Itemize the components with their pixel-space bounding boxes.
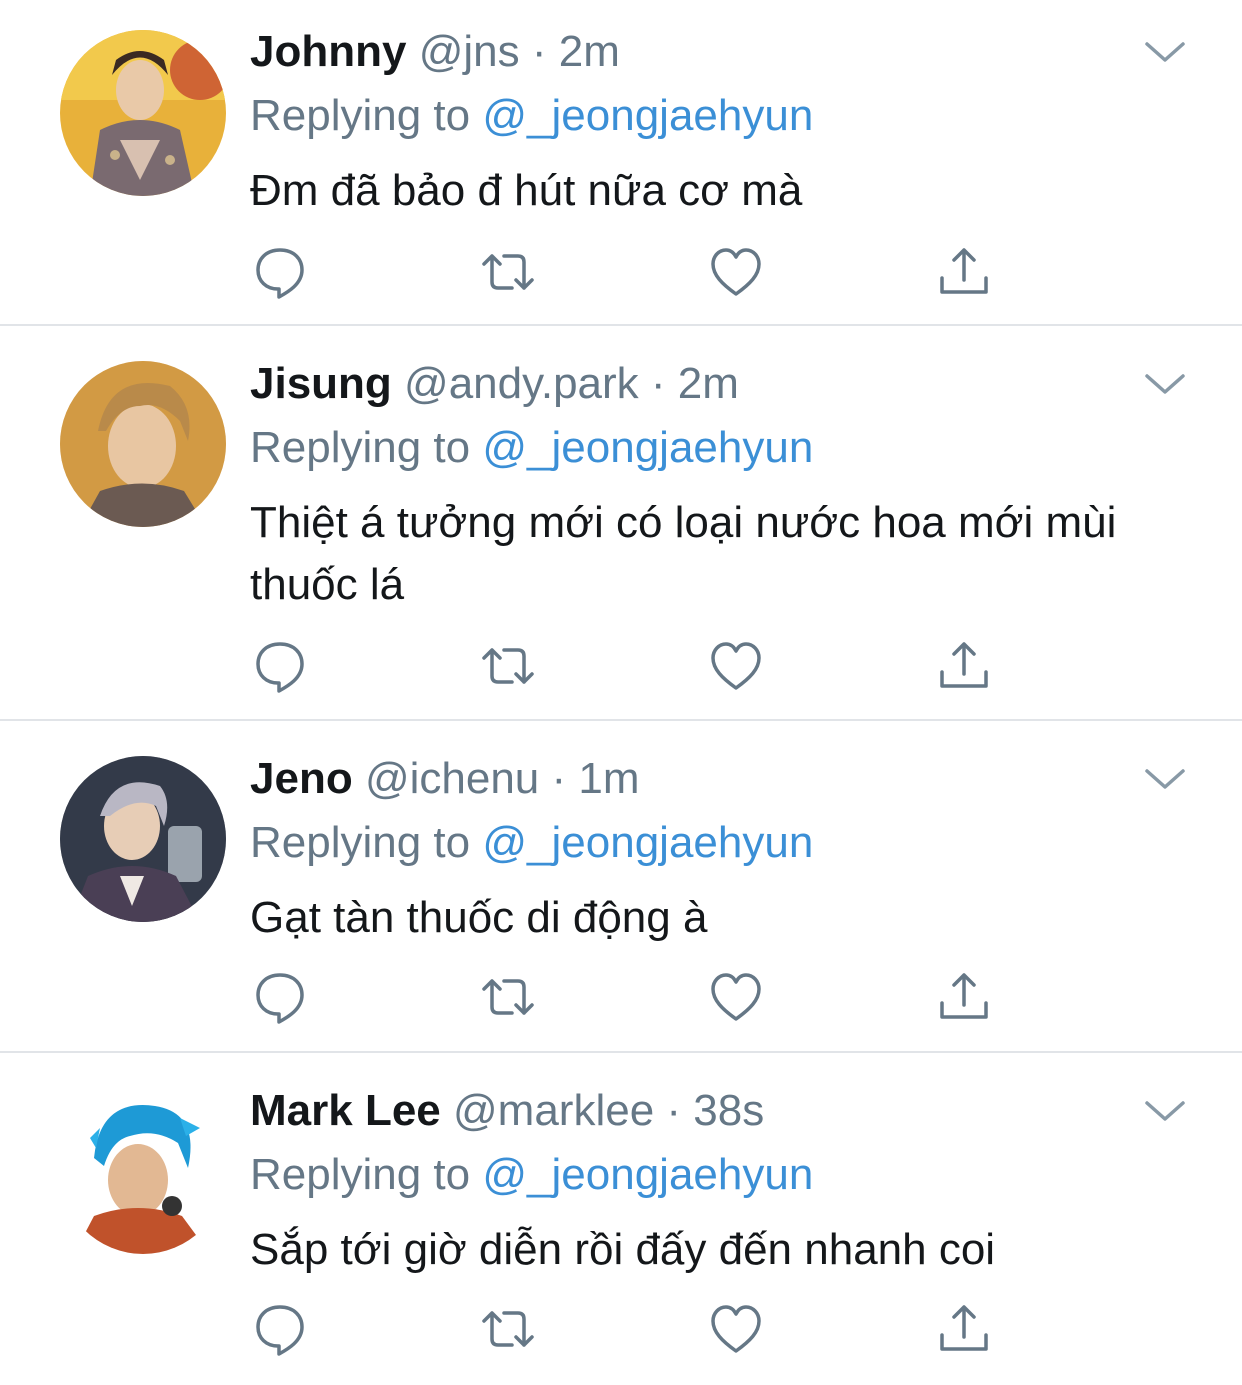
- tweet-text: Đm đã bảo đ hút nữa cơ mà: [250, 166, 803, 215]
- user-handle[interactable]: @andy.park: [404, 359, 639, 408]
- replying-to-label: Replying to: [250, 91, 471, 140]
- retweet-icon[interactable]: [478, 967, 538, 1027]
- separator-dot: ·: [531, 27, 547, 76]
- replying-to-label: Replying to: [250, 423, 471, 472]
- replying-to-label: Replying to: [250, 1150, 471, 1199]
- mention-link[interactable]: @_jeongjaehyun: [482, 91, 813, 140]
- display-name[interactable]: Jisung: [250, 359, 392, 408]
- user-handle[interactable]: @jns: [419, 27, 520, 76]
- tweet-header: Jeno @ichenu · 1m: [250, 749, 1212, 809]
- retweet-icon[interactable]: [478, 1299, 538, 1359]
- tweet-actions: [250, 636, 1010, 696]
- tweet-header: Mark Lee @marklee · 38s: [250, 1081, 1212, 1141]
- timestamp[interactable]: 1m: [578, 754, 639, 803]
- replying-to: Replying to @_jeongjaehyun: [250, 86, 1212, 146]
- share-upload-icon[interactable]: [934, 967, 994, 1027]
- speech-bubble-icon[interactable]: [250, 1299, 310, 1359]
- display-name[interactable]: Johnny: [250, 27, 406, 76]
- tweet-text: Gạt tàn thuốc di động à: [250, 893, 708, 942]
- replying-to: Replying to @_jeongjaehyun: [250, 418, 1212, 478]
- chevron-down-icon[interactable]: [1143, 368, 1187, 398]
- speech-bubble-icon[interactable]: [250, 242, 310, 302]
- avatar[interactable]: [60, 30, 226, 196]
- tweet-actions: [250, 1299, 1010, 1359]
- separator-dot: ·: [666, 1086, 682, 1135]
- tweet-reply[interactable]: Mark Lee @marklee · 38s Replying to @_je…: [0, 1053, 1242, 1385]
- avatar[interactable]: [60, 756, 226, 922]
- mention-link[interactable]: @_jeongjaehyun: [482, 818, 813, 867]
- mention-link[interactable]: @_jeongjaehyun: [482, 1150, 813, 1199]
- display-name[interactable]: Mark Lee: [250, 1086, 441, 1135]
- chevron-down-icon[interactable]: [1143, 1095, 1187, 1125]
- tweet-reply[interactable]: Johnny @jns · 2m Replying to @_jeongjaeh…: [0, 0, 1242, 326]
- separator-dot: ·: [650, 359, 666, 408]
- tweet-actions: [250, 242, 1010, 302]
- user-handle[interactable]: @marklee: [453, 1086, 654, 1135]
- timestamp[interactable]: 2m: [559, 27, 620, 76]
- tweet-actions: [250, 967, 1010, 1027]
- mention-link[interactable]: @_jeongjaehyun: [482, 423, 813, 472]
- tweet-reply[interactable]: Jeno @ichenu · 1m Replying to @_jeongjae…: [0, 721, 1242, 1053]
- timestamp[interactable]: 2m: [678, 359, 739, 408]
- separator-dot: ·: [551, 754, 567, 803]
- avatar[interactable]: [60, 1088, 226, 1254]
- replying-to-label: Replying to: [250, 818, 471, 867]
- timestamp[interactable]: 38s: [693, 1086, 764, 1135]
- replying-to: Replying to @_jeongjaehyun: [250, 1145, 1212, 1205]
- share-upload-icon[interactable]: [934, 1299, 994, 1359]
- avatar[interactable]: [60, 361, 226, 527]
- tweet-text: Sắp tới giờ diễn rồi đấy đến nhanh coi: [250, 1225, 996, 1274]
- heart-icon[interactable]: [706, 242, 766, 302]
- speech-bubble-icon[interactable]: [250, 967, 310, 1027]
- replies-feed: Johnny @jns · 2m Replying to @_jeongjaeh…: [0, 0, 1242, 1385]
- tweet-reply[interactable]: Jisung @andy.park · 2m Replying to @_jeo…: [0, 326, 1242, 721]
- user-handle[interactable]: @ichenu: [365, 754, 539, 803]
- chevron-down-icon[interactable]: [1143, 763, 1187, 793]
- display-name[interactable]: Jeno: [250, 754, 353, 803]
- tweet-text: Thiệt á tưởng mới có loại nước hoa mới m…: [250, 498, 1117, 609]
- share-upload-icon[interactable]: [934, 242, 994, 302]
- retweet-icon[interactable]: [478, 242, 538, 302]
- heart-icon[interactable]: [706, 636, 766, 696]
- speech-bubble-icon[interactable]: [250, 636, 310, 696]
- chevron-down-icon[interactable]: [1143, 36, 1187, 66]
- retweet-icon[interactable]: [478, 636, 538, 696]
- tweet-header: Jisung @andy.park · 2m: [250, 354, 1212, 414]
- tweet-header: Johnny @jns · 2m: [250, 22, 1212, 82]
- share-upload-icon[interactable]: [934, 636, 994, 696]
- heart-icon[interactable]: [706, 1299, 766, 1359]
- replying-to: Replying to @_jeongjaehyun: [250, 813, 1212, 873]
- heart-icon[interactable]: [706, 967, 766, 1027]
